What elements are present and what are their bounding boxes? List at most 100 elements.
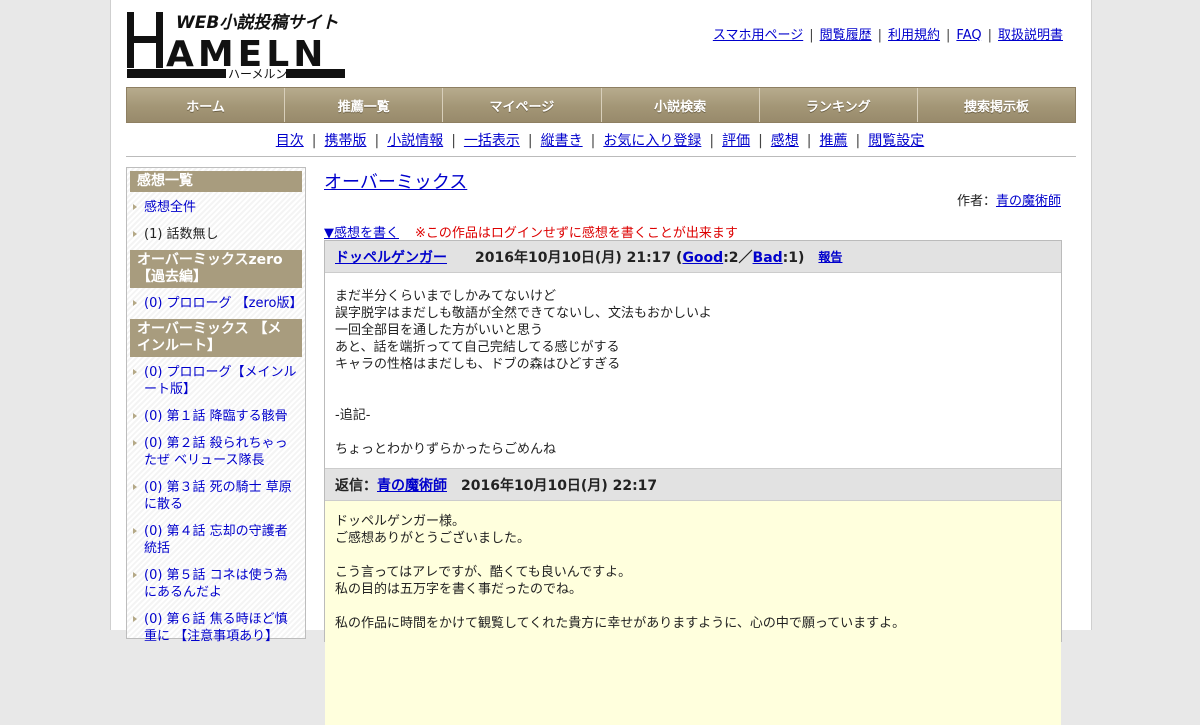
sidebar-heading-main: オーバーミックス 【メインルート】 [130, 319, 302, 357]
reply-line: 私の目的は五万字を書く事だったのでね。 [335, 582, 583, 597]
bullet-icon [133, 231, 137, 237]
bad-link[interactable]: Bad [753, 250, 783, 266]
sidebar-item-ep2[interactable]: (0) 第２話 殺られちゃったぜ ベリュース隊長 [127, 432, 305, 472]
sidebar-item-ep1[interactable]: (0) 第１話 降臨する骸骨 [127, 405, 305, 428]
sidebar-link[interactable]: (0) 第５話 コネは使う為にあるんだよ [144, 568, 288, 600]
sidebar: 感想一覧 感想全件 (1) 話数無し オーバーミックスzero【過去編】 (0)… [126, 167, 306, 644]
write-comment-line: ▼感想を書く ※この作品はログインせずに感想を書くことが出来ます [324, 222, 738, 241]
subnav-rate[interactable]: 評価 [722, 133, 750, 149]
reply-line [335, 598, 1051, 615]
comment-card: ドッペルゲンガー 2016年10月10日(月) 21:17 (Good:2／Ba… [324, 240, 1062, 725]
comment-line: 誤字脱字はまだしも敬語が全然できてないし、文法もおかしいよ [335, 306, 712, 321]
reply-line: ご感想ありがとうございました。 [335, 531, 531, 546]
bullet-icon [133, 440, 137, 446]
subnav-info[interactable]: 小説情報 [387, 133, 443, 149]
subnav-favorite[interactable]: お気に入り登録 [603, 133, 701, 149]
sidebar-link-all[interactable]: 感想全件 [144, 200, 196, 215]
reply-body: ドッペルゲンガー様。 ご感想ありがとうございました。 こう言ってはアレですが、酷… [325, 501, 1061, 725]
nav-recommend[interactable]: 推薦一覧 [285, 88, 444, 122]
sidebar-item-all[interactable]: 感想全件 [127, 196, 305, 219]
nav-search[interactable]: 小説検索 [602, 88, 760, 122]
link-terms[interactable]: 利用規約 [888, 28, 940, 43]
subnav-settings[interactable]: 閲覧設定 [868, 133, 924, 149]
login-warning: ※この作品はログインせずに感想を書くことが出来ます [415, 226, 738, 241]
sidebar-link[interactable]: (0) 第３話 死の騎士 草原に散る [144, 480, 292, 512]
sidebar-link[interactable]: (0) プロローグ【メインルート版】 [144, 365, 297, 397]
nav-home[interactable]: ホーム [127, 88, 286, 122]
logo-tagline: WEB小説投稿サイト [176, 13, 338, 33]
sidebar-heading-zero: オーバーミックスzero【過去編】 [130, 250, 302, 288]
reply-line: こう言ってはアレですが、酷くても良いんですよ。 [335, 565, 632, 580]
reply-line [335, 547, 1051, 564]
sidebar-no-story-label: (1) 話数無し [144, 227, 219, 242]
author-line: 作者：青の魔術師 [957, 190, 1061, 209]
bullet-icon [133, 572, 137, 578]
write-comment-link[interactable]: ▼感想を書く [324, 226, 399, 241]
page: WEB小説投稿サイト AMELN ハーメルン スマホ用ページ | 閲覧履歴 | 利用規約… [110, 0, 1092, 725]
sidebar-link[interactable]: (0) 第１話 降臨する骸骨 [144, 409, 288, 424]
comment-line: -追記- [335, 408, 371, 423]
sidebar-heading-comments: 感想一覧 [130, 171, 302, 192]
comment-line: キャラの性格はまだしも、ドブの森はひどすぎる [335, 357, 621, 372]
comment-line [335, 390, 1051, 407]
sidebar-item-ep3[interactable]: (0) 第３話 死の騎士 草原に散る [127, 476, 305, 516]
link-history[interactable]: 閲覧履歴 [820, 28, 872, 43]
link-smartphone[interactable]: スマホ用ページ [713, 28, 803, 43]
comment-line: まだ半分くらいまでしかみてないけど [335, 289, 557, 304]
comment-line: あと、話を端折ってて自己完結してる感じがする [335, 340, 620, 355]
comment-line: 一回全部目を通した方がいいと思う [335, 323, 544, 338]
reply-date: 2016年10月10日(月) 22:17 [461, 477, 658, 494]
nav-mypage[interactable]: マイページ [443, 88, 602, 122]
good-link[interactable]: Good [682, 250, 723, 266]
sub-nav: 目次 | 携帯版 | 小説情報 | 一括表示 | 縦書き | お気に入り登録 | 評価 | 感想 | 推薦 | 閲覧… [275, 133, 925, 149]
reply-line: 私の作品に時間をかけて観覧してくれた貴方に幸せがありますように、心の中で願ってい… [335, 616, 906, 631]
comment-line [335, 373, 1051, 390]
comment-header: ドッペルゲンガー 2016年10月10日(月) 21:17 (Good:2／Ba… [325, 241, 1061, 273]
subnav-comments[interactable]: 感想 [771, 133, 799, 149]
reply-author-link[interactable]: 青の魔術師 [377, 475, 447, 495]
comment-user-link[interactable]: ドッペルゲンガー [335, 247, 447, 267]
sidebar-link[interactable]: (0) プロローグ 【zero版】 [144, 296, 303, 311]
sidebar-item-main-prologue[interactable]: (0) プロローグ【メインルート版】 [127, 361, 305, 401]
reply-line: ドッペルゲンガー様。 [335, 514, 466, 529]
comment-line: ちょっとわかりずらかったらごめんね [335, 442, 557, 457]
sidebar-link[interactable]: (0) 第２話 殺られちゃったぜ ベリュース隊長 [144, 436, 288, 468]
sidebar-item-zero-prologue[interactable]: (0) プロローグ 【zero版】 [127, 292, 305, 315]
subnav-toc[interactable]: 目次 [276, 133, 304, 149]
bullet-icon [133, 413, 137, 419]
novel-title[interactable]: オーバーミックス [324, 168, 467, 194]
main-nav: ホーム 推薦一覧 マイページ 小説検索 ランキング 捜索掲示板 [126, 87, 1076, 123]
comment-date: 2016年10月10日(月) 21:17 (Good:2／Bad:1) [475, 249, 805, 266]
sidebar-item-no-story: (1) 話数無し [127, 223, 305, 246]
reply-header: 返信： 青の魔術師 2016年10月10日(月) 22:17 [325, 468, 1061, 501]
bullet-icon [133, 616, 137, 622]
bullet-icon [133, 204, 137, 210]
hameln-logo[interactable]: WEB小説投稿サイト AMELN ハーメルン [126, 8, 346, 80]
bad-count: :1) [782, 249, 805, 266]
sidebar-link[interactable]: (0) 第６話 焦る時ほど慎重に 【注意事項あり】 [144, 612, 288, 644]
header-links: スマホ用ページ | 閲覧履歴 | 利用規約 | FAQ | 取扱説明書 [712, 28, 1063, 43]
sidebar-item-ep4[interactable]: (0) 第４話 忘却の守護者統括 [127, 520, 305, 560]
author-link[interactable]: 青の魔術師 [996, 194, 1061, 209]
subnav-vertical[interactable]: 縦書き [541, 133, 583, 149]
bullet-icon [133, 528, 137, 534]
sidebar-link[interactable]: (0) 第４話 忘却の守護者統括 [144, 524, 288, 556]
nav-ranking[interactable]: ランキング [760, 88, 918, 122]
reply-label: 返信： [335, 477, 377, 494]
comment-line [335, 424, 1051, 441]
subnav-all[interactable]: 一括表示 [464, 133, 520, 149]
nav-board[interactable]: 捜索掲示板 [918, 88, 1075, 122]
bullet-icon [133, 369, 137, 375]
link-faq[interactable]: FAQ [956, 28, 981, 43]
subnav-mobile[interactable]: 携帯版 [324, 133, 366, 149]
divider [126, 156, 1076, 157]
sidebar-item-ep6[interactable]: (0) 第６話 焦る時ほど慎重に 【注意事項あり】 [127, 608, 305, 648]
comment-body: まだ半分くらいまでしかみてないけど 誤字脱字はまだしも敬語が全然できてないし、文… [325, 273, 1061, 468]
bullet-icon [133, 484, 137, 490]
subnav-recommend[interactable]: 推薦 [820, 133, 848, 149]
report-link[interactable]: 報告 [818, 248, 842, 265]
link-manual[interactable]: 取扱説明書 [998, 28, 1063, 43]
sidebar-item-ep5[interactable]: (0) 第５話 コネは使う為にあるんだよ [127, 564, 305, 604]
author-label: 作者： [956, 194, 996, 209]
logo-kana: ハーメルン [228, 67, 287, 80]
